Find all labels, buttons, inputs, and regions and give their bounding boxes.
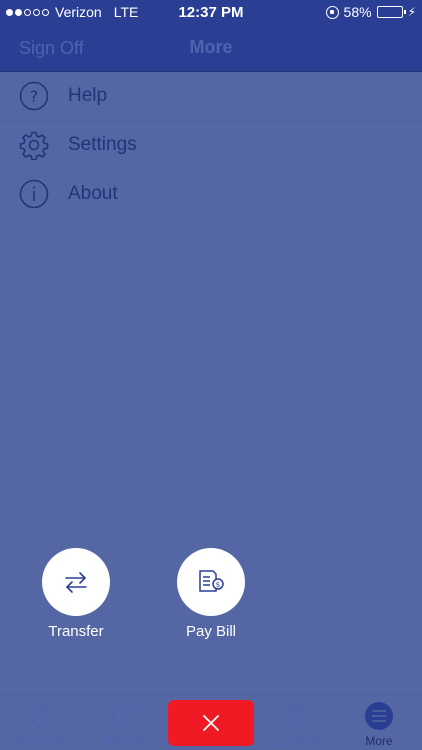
tab-bar: $ Accounts Recent Locations More	[0, 695, 422, 750]
help-icon: ?	[19, 81, 49, 111]
tab-locations[interactable]: Locations	[253, 696, 337, 750]
transfer-circle[interactable]	[42, 548, 110, 616]
clock-icon	[110, 700, 142, 732]
pay-bill-label: Pay Bill	[185, 623, 237, 640]
tab-recent[interactable]: Recent	[84, 696, 168, 750]
menu-item-label: Settings	[68, 134, 137, 155]
gear-icon	[19, 130, 49, 160]
menu-item-label: Help	[68, 85, 108, 106]
tab-label: Accounts	[17, 734, 67, 748]
location-pin-icon	[279, 700, 311, 732]
nav-bar: Sign Off More	[0, 24, 422, 72]
tab-label: Recent	[106, 734, 146, 748]
tab-accounts[interactable]: $ Accounts	[0, 696, 84, 750]
bill-icon: $	[199, 570, 224, 592]
close-button[interactable]	[168, 700, 254, 746]
more-menu: ? Help Settings About	[0, 72, 422, 219]
status-right: 58% ⚡	[325, 4, 416, 20]
transfer-arrows-icon	[65, 572, 87, 593]
svg-text:$: $	[216, 581, 220, 589]
tab-label: Locations	[269, 734, 321, 748]
menu-item-help[interactable]: ? Help	[0, 72, 422, 121]
tab-label: More	[365, 734, 393, 748]
page-title: More	[189, 37, 233, 57]
battery-percent: 58%	[343, 4, 372, 20]
menu-item-about[interactable]: About	[0, 170, 422, 219]
menu-item-label: About	[68, 183, 118, 204]
battery-icon	[376, 6, 406, 18]
svg-text:?: ?	[30, 87, 39, 106]
coins-icon: $	[26, 700, 58, 732]
tab-more[interactable]: More	[337, 696, 421, 750]
pay-bill-circle[interactable]: $	[177, 548, 245, 616]
menu-item-settings[interactable]: Settings	[0, 121, 422, 170]
close-icon	[203, 715, 219, 731]
pay-bill-button[interactable]: $ Pay Bill	[161, 548, 261, 640]
transfer-button[interactable]: Transfer	[26, 548, 126, 640]
charging-bolt-icon: ⚡	[407, 5, 416, 19]
status-bar: Verizon LTE 12:37 PM 58% ⚡	[0, 0, 422, 24]
transfer-label: Transfer	[48, 623, 104, 640]
info-icon	[19, 179, 49, 209]
menu-icon	[363, 700, 395, 732]
svg-text:$: $	[41, 714, 47, 725]
rotation-lock-icon	[325, 5, 339, 19]
